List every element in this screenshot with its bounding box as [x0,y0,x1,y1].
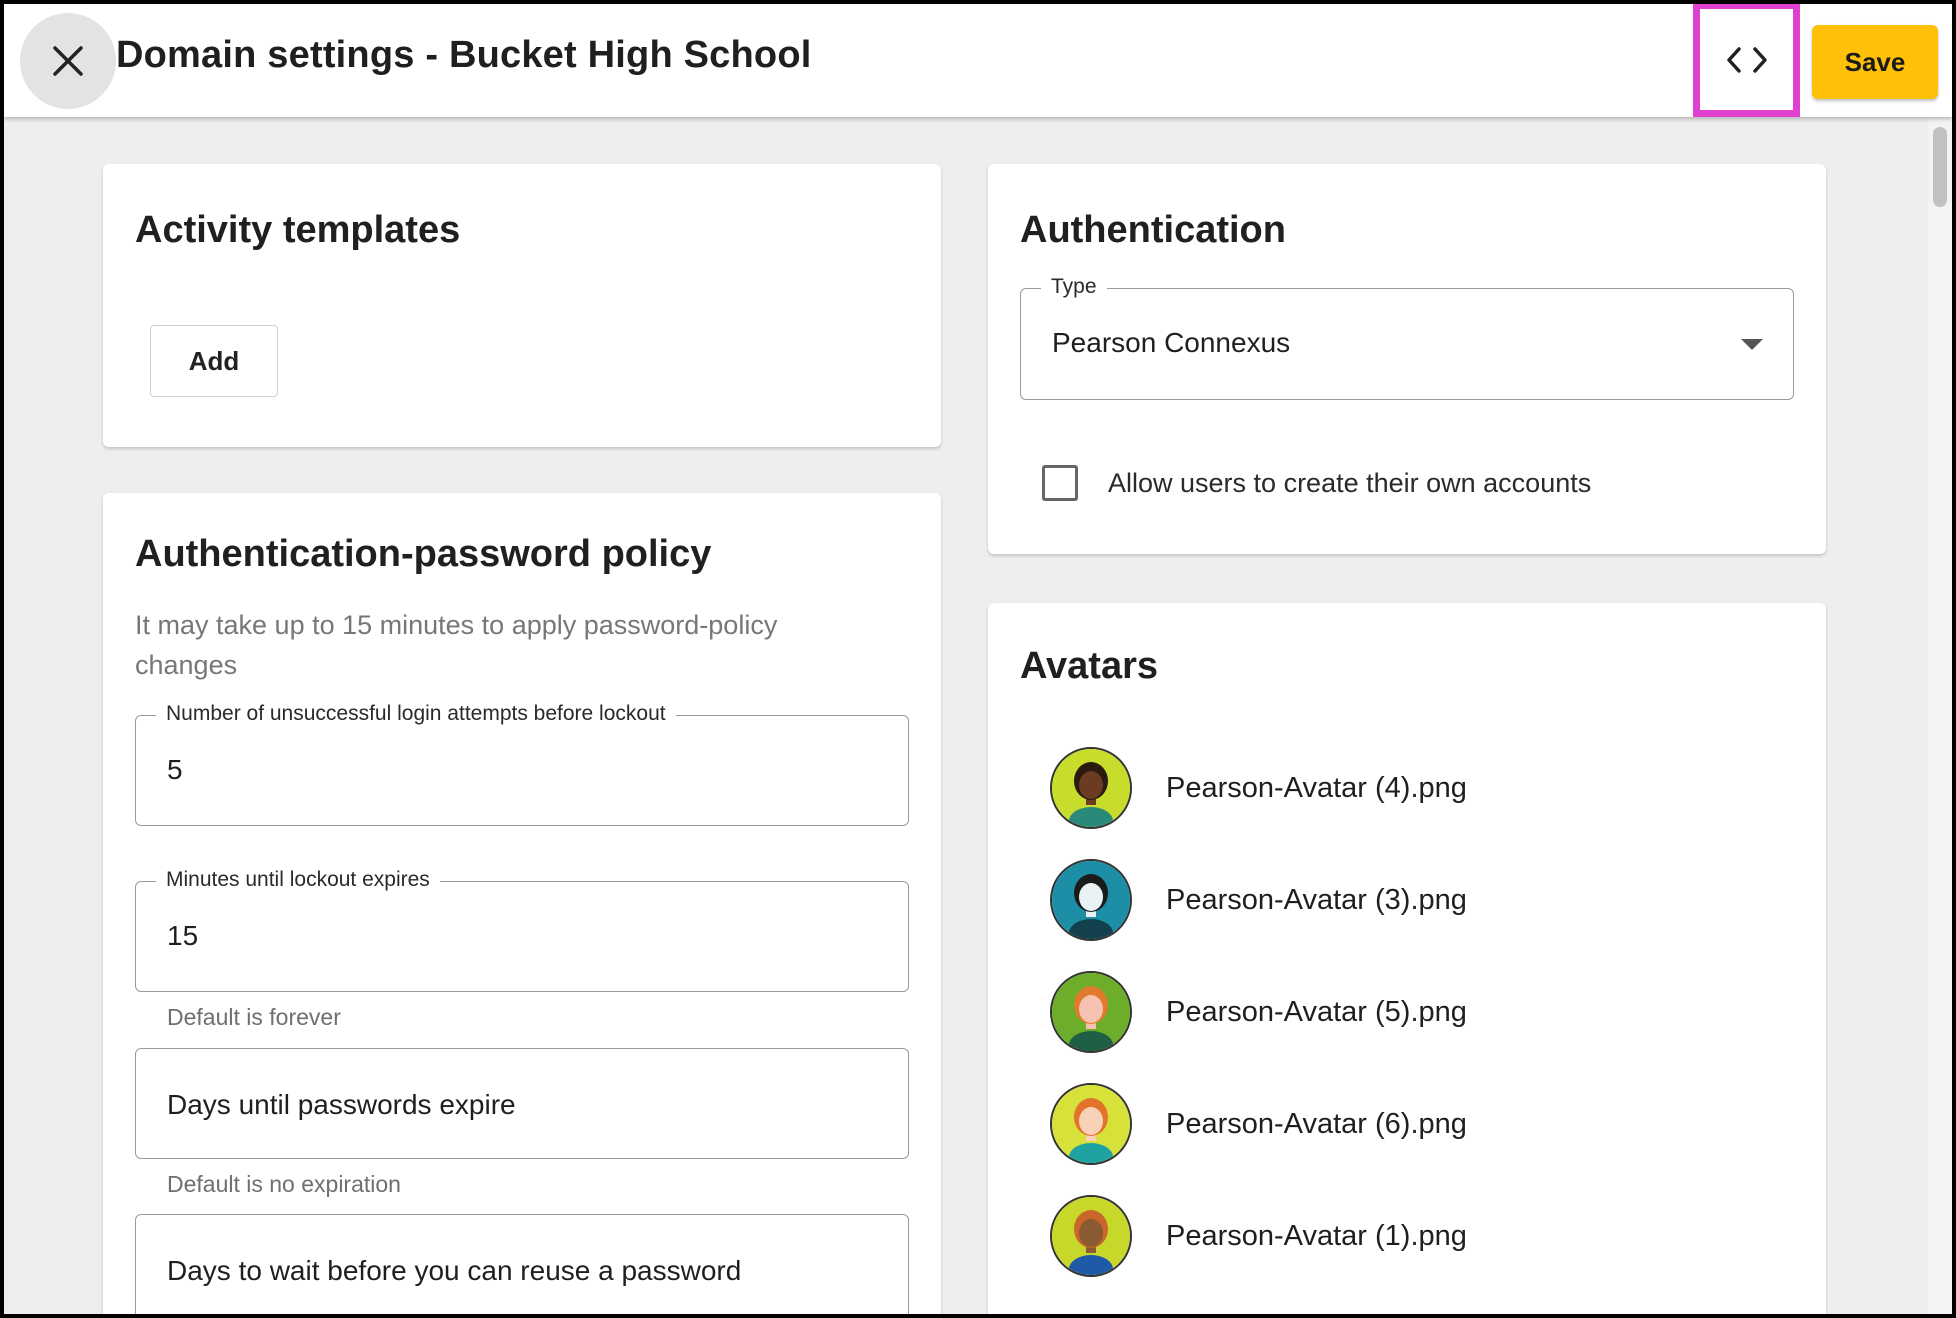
password-expire-placeholder: Days until passwords expire [167,1089,516,1120]
scrollbar[interactable] [1928,117,1952,1314]
avatars-card: Avatars Pearson-Avatar (4).png Pearson-Av… [988,603,1826,1314]
avatar-filename: Pearson-Avatar (6).png [1166,1107,1467,1140]
login-attempts-field[interactable]: Number of unsuccessful login attempts be… [135,702,909,826]
code-icon [1726,46,1767,73]
lockout-minutes-field[interactable]: Minutes until lockout expires 15 [135,868,909,992]
auth-type-select[interactable]: Type Pearson Connexus [1020,275,1794,400]
add-activity-template-button[interactable]: Add [150,325,278,397]
avatar-filename: Pearson-Avatar (5).png [1166,995,1467,1028]
avatars-title: Avatars [1020,645,1159,687]
close-button[interactable] [20,13,116,109]
lockout-minutes-value: 15 [167,920,199,951]
login-attempts-label: Number of unsuccessful login attempts be… [156,702,676,726]
password-policy-description: It may take up to 15 minutes to apply pa… [135,610,778,680]
code-view-button[interactable] [1693,4,1800,117]
close-icon [53,46,83,76]
avatar-filename: Pearson-Avatar (4).png [1166,771,1467,804]
avatar-filename: Pearson-Avatar (1).png [1166,1219,1467,1252]
avatar-filename: Pearson-Avatar (3).png [1166,883,1467,916]
password-expire-field[interactable]: Days until passwords expire [135,1048,909,1159]
dropdown-arrow-icon [1741,339,1763,350]
avatar-image [1050,747,1132,829]
auth-type-label: Type [1041,275,1107,299]
authentication-card: Authentication Type Pearson Connexus All… [988,164,1826,554]
allow-self-signup-label: Allow users to create their own accounts [1108,468,1592,498]
app-window: Domain settings - Bucket High School Sav… [4,4,1952,1314]
login-attempts-value: 5 [167,754,183,785]
authentication-title: Authentication [1020,209,1286,251]
avatar-list-item[interactable]: Pearson-Avatar (3).png [1050,858,1750,942]
avatar-list-item[interactable]: Pearson-Avatar (1).png [1050,1194,1750,1278]
allow-self-signup-checkbox[interactable] [1042,465,1078,501]
password-policy-card: Authentication-password policy It may ta… [103,493,941,1314]
save-button[interactable]: Save [1812,25,1938,99]
lockout-minutes-helper: Default is forever [167,1004,341,1030]
top-bar: Domain settings - Bucket High School Sav… [4,4,1952,117]
auth-type-value: Pearson Connexus [1052,327,1291,358]
avatar-list-item[interactable]: Pearson-Avatar (4).png [1050,746,1750,830]
avatar-list-item[interactable]: Pearson-Avatar (5).png [1050,970,1750,1054]
password-reuse-placeholder: Days to wait before you can reuse a pass… [167,1255,742,1286]
activity-templates-title: Activity templates [135,209,461,251]
password-expire-helper: Default is no expiration [167,1171,401,1197]
avatar-image [1050,1195,1132,1277]
scrollbar-thumb[interactable] [1933,127,1947,207]
lockout-minutes-label: Minutes until lockout expires [156,868,440,892]
avatar-image [1050,859,1132,941]
password-policy-title: Authentication-password policy [135,533,712,575]
avatar-image [1050,1083,1132,1165]
activity-templates-card: Activity templates Add [103,164,941,447]
avatar-image [1050,971,1132,1053]
page-title: Domain settings - Bucket High School [116,34,812,76]
avatar-list-item[interactable]: Pearson-Avatar (6).png [1050,1082,1750,1166]
password-reuse-field[interactable]: Days to wait before you can reuse a pass… [135,1214,909,1314]
